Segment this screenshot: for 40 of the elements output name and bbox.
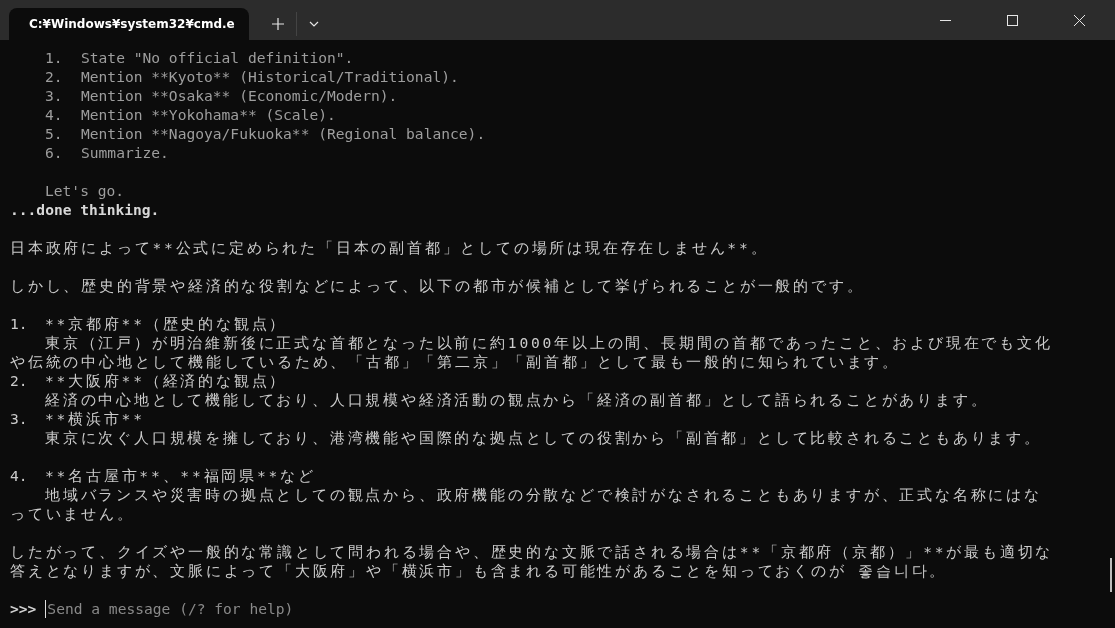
- output-line: Mention **Yokohama** (Scale).: [81, 105, 336, 124]
- output-line: 経済の中心地として機能しており、人口規模や経済活動の観点から「経済の副首都」として語られることがあります。: [45, 390, 989, 409]
- output-line: Let's go.: [45, 181, 125, 200]
- terminal-tab[interactable]: C:¥Windows¥system32¥cmd.e: [9, 8, 249, 40]
- list-number: 2.: [10, 371, 29, 390]
- list-number: 5.: [45, 124, 64, 143]
- dropdown-caret-icon[interactable]: [309, 21, 319, 27]
- list-number: 1.: [45, 48, 64, 67]
- message-input[interactable]: Send a message (/? for help): [45, 599, 348, 618]
- list-number: 3.: [10, 409, 29, 428]
- output-line: Mention **Osaka** (Economic/Modern).: [81, 86, 398, 105]
- output-line: 東京に次ぐ人口規模を擁しており、港湾機能や国際的な拠点としての役割から「副首都」として比較されることもあります。: [45, 428, 1042, 447]
- output-line: 答えとなりますが、文脈によって「大阪府」や「横浜市」も含まれる可能性があることを知っておくのが 좋습니다。: [10, 561, 948, 580]
- output-line: しかし、歴史的背景や経済的な役割などによって、以下の都市が候補として挙げられることが一般的です。: [10, 276, 865, 295]
- scrollbar-thumb[interactable]: [1110, 558, 1112, 592]
- output-line: 地域バランスや災害時の拠点としての観点から、政府機能の分散などで検討がなされることもありますが、正式な名称にはな: [45, 485, 1042, 504]
- output-line: したがって、クイズや一般的な常識として問われる場合や、歴史的な文脈で話される場合は**「京都府（京都）」**が最も適切な: [10, 542, 1054, 561]
- list-number: 4.: [10, 466, 29, 485]
- output-line: **京都府**（歴史的な観点）: [45, 314, 288, 333]
- new-tab-icon[interactable]: [272, 18, 284, 30]
- output-line: Mention **Kyoto** (Historical/Traditional).: [81, 67, 459, 86]
- list-number: 3.: [45, 86, 64, 105]
- output-line: **名古屋市**、**福岡県**など: [45, 466, 316, 485]
- list-number: 4.: [45, 105, 64, 124]
- output-line: **横浜市**: [45, 409, 145, 428]
- output-line: 東京（江戸）が明治維新後に正式な首都となった以前に約1000年以上の間、長期間の首都であったこと、および現在でも文化: [45, 333, 1053, 352]
- output-line: State "No official definition".: [81, 48, 354, 67]
- list-number: 6.: [45, 143, 64, 162]
- prompt-symbol: >>>: [10, 600, 37, 617]
- output-line: 日本政府によって**公式に定められた「日本の副首都」としての場所は現在存在しません**。: [10, 238, 769, 257]
- list-number: 1.: [10, 314, 29, 333]
- list-number: 2.: [45, 67, 64, 86]
- maximize-icon[interactable]: [1007, 15, 1018, 26]
- output-line: Mention **Nagoya/Fukuoka** (Regional balance).: [81, 124, 486, 143]
- output-line: や伝統の中心地として機能しているため、「古都」「第二京」「副首都」として最も一般的に知られています。: [10, 352, 900, 371]
- output-line: っていません。: [10, 504, 135, 523]
- output-line: ...done thinking.: [10, 200, 160, 219]
- close-icon[interactable]: [1074, 15, 1085, 26]
- output-line: Summarize.: [81, 143, 169, 162]
- output-line: **大阪府**（経済的な観点）: [45, 371, 288, 390]
